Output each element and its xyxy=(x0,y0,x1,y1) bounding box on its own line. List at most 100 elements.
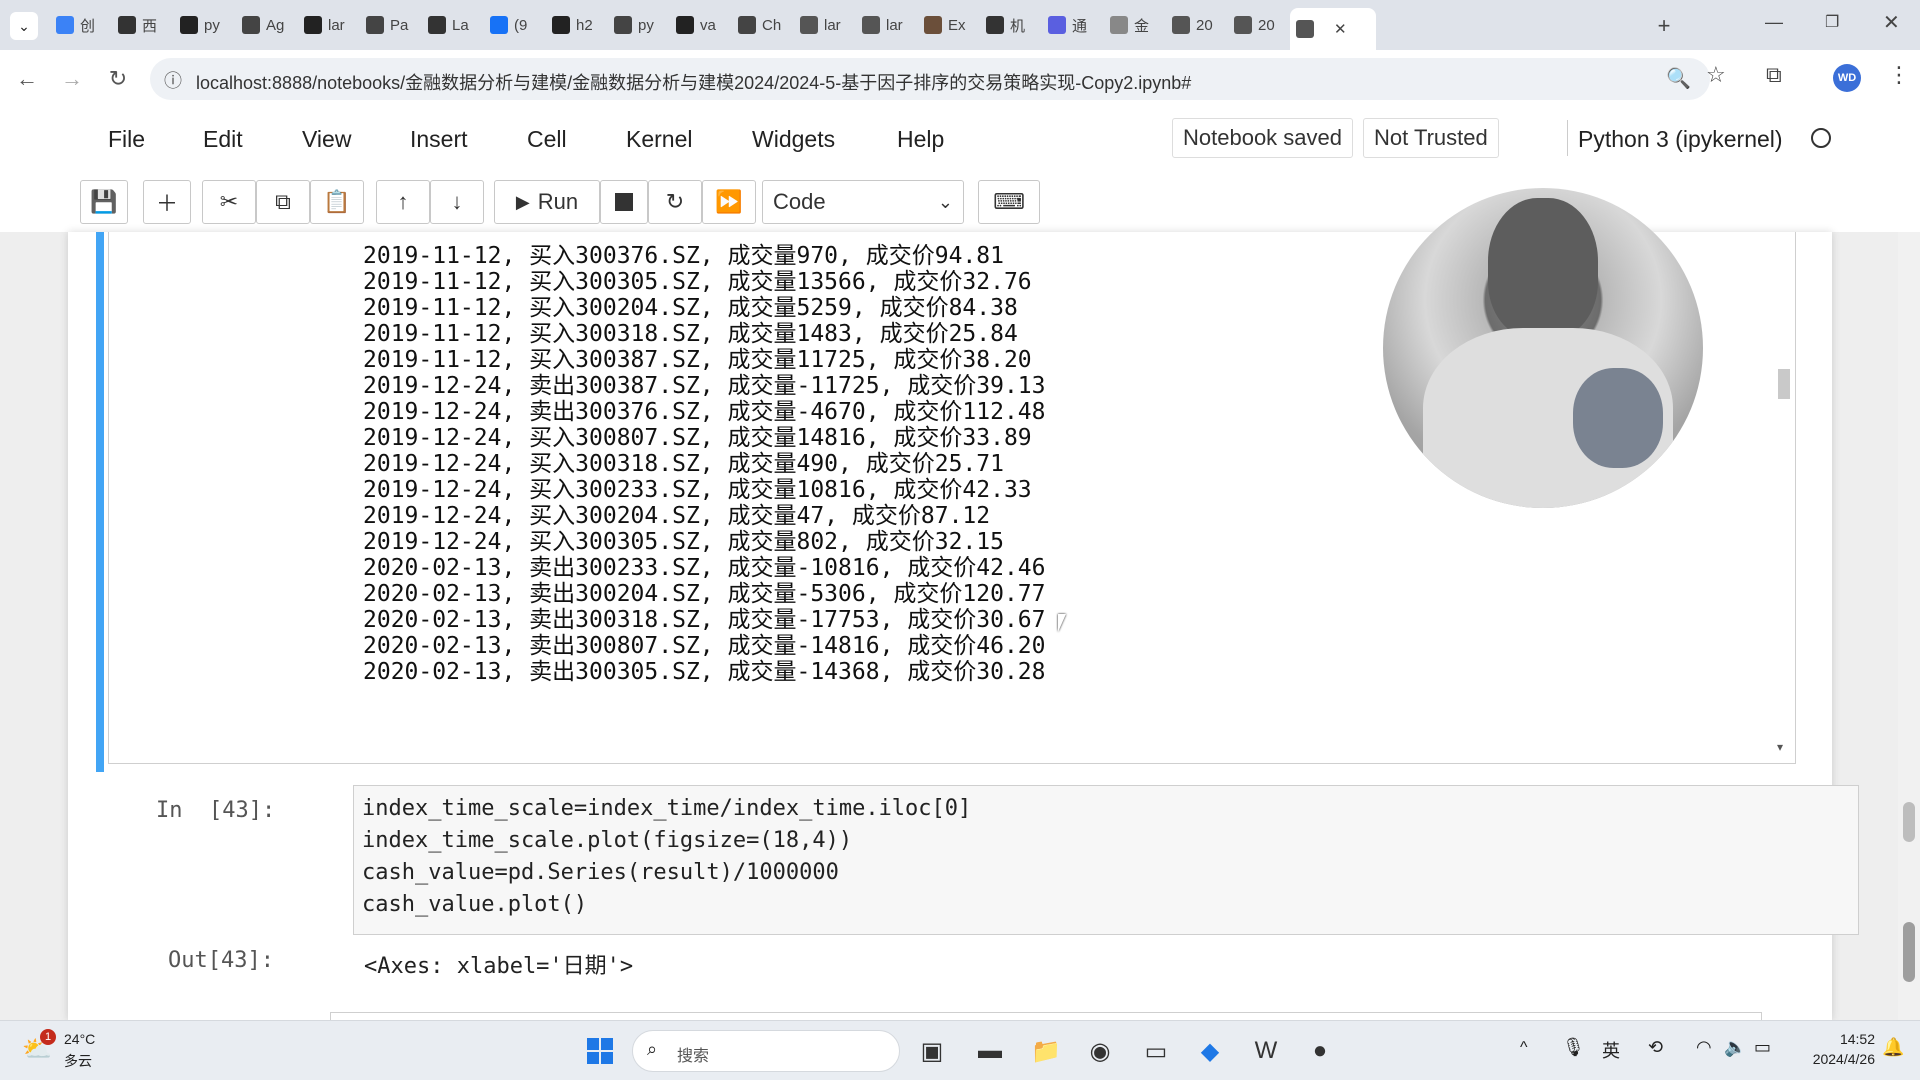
browser-tab[interactable]: Ch xyxy=(732,10,792,40)
run-button[interactable]: ▶ Run xyxy=(494,180,600,224)
ime-icon[interactable]: 英 xyxy=(1602,1037,1620,1063)
browser-tab[interactable]: va xyxy=(670,10,730,40)
clock-date: 2024/4/26 xyxy=(1812,1051,1875,1067)
browser-tab[interactable]: lar xyxy=(298,10,358,40)
browser-tab[interactable]: py xyxy=(608,10,668,40)
wps-icon[interactable]: W xyxy=(1246,1031,1286,1071)
start-button[interactable] xyxy=(580,1031,620,1071)
fast-forward-icon: ⏩ xyxy=(715,189,743,214)
browser-tab[interactable]: 创 xyxy=(50,10,110,40)
cut-button[interactable]: ✂ xyxy=(202,180,256,224)
not-trusted-button[interactable]: Not Trusted xyxy=(1363,118,1499,158)
tab-close-icon[interactable]: ✕ xyxy=(1334,20,1347,38)
menu-insert[interactable]: Insert xyxy=(410,126,468,153)
battery-icon[interactable]: ▭ xyxy=(1754,1037,1771,1058)
record-app-icon[interactable]: ● xyxy=(1300,1031,1340,1071)
browser-tab[interactable]: h2 xyxy=(546,10,606,40)
file-explorer-icon[interactable]: 📁 xyxy=(1026,1031,1066,1071)
cell-type-select[interactable]: Code ⌄ xyxy=(762,180,964,224)
paste-icon: 📋 xyxy=(323,189,351,214)
terminal-icon[interactable]: ▭ xyxy=(1136,1031,1176,1071)
microphone-icon[interactable]: 🎙 xyxy=(1562,1037,1585,1058)
extensions-icon[interactable]: ⧉ xyxy=(1766,62,1782,88)
clock[interactable]: 14:52 2024/4/26 xyxy=(1795,1029,1875,1069)
reload-button[interactable]: ↻ xyxy=(103,64,133,94)
output-scrollbar-thumb[interactable] xyxy=(1778,369,1790,399)
code-editor[interactable]: index_time_scale=index_time/index_time.i… xyxy=(353,785,1859,935)
browser-tab[interactable]: (9 xyxy=(484,10,544,40)
browser-tab[interactable]: Ex xyxy=(918,10,978,40)
minimize-button[interactable]: — xyxy=(1765,12,1783,33)
scroll-down-arrow-icon[interactable]: ▾ xyxy=(1777,740,1783,754)
move-up-button[interactable]: ↑ xyxy=(376,180,430,224)
browser-tab[interactable]: 西 xyxy=(112,10,172,40)
browser-tab[interactable]: 20 xyxy=(1228,10,1288,40)
browser-tab[interactable]: 机 xyxy=(980,10,1040,40)
tray-chevron-icon[interactable]: ^ xyxy=(1520,1039,1528,1057)
jupyter-menu-bar: File Edit View Insert Cell Kernel Widget… xyxy=(0,108,1920,170)
taskbar-search[interactable]: ⌕ 搜索 xyxy=(632,1030,900,1072)
menu-kernel[interactable]: Kernel xyxy=(626,126,692,153)
browser-tab[interactable]: py xyxy=(174,10,234,40)
kernel-name[interactable]: Python 3 (ipykernel) xyxy=(1578,126,1783,153)
menu-widgets[interactable]: Widgets xyxy=(752,126,835,153)
code-line: cash_value=pd.Series(result)/1000000 xyxy=(362,860,839,885)
task-view-icon[interactable]: ▣ xyxy=(912,1031,952,1071)
browser-tab[interactable]: 金 xyxy=(1104,10,1164,40)
browser-tab[interactable]: La xyxy=(422,10,482,40)
profile-avatar[interactable]: WD xyxy=(1833,64,1861,92)
restart-button[interactable]: ↻ xyxy=(648,180,702,224)
paste-button[interactable]: 📋 xyxy=(310,180,364,224)
page-scrollbar-thumb[interactable] xyxy=(1903,802,1915,842)
output-scrollbar[interactable]: ▾ xyxy=(1774,232,1794,762)
page-scrollbar[interactable] xyxy=(1898,232,1920,1020)
restore-button[interactable]: ❐ xyxy=(1825,12,1839,32)
save-button[interactable]: 💾 xyxy=(80,180,128,224)
chrome-icon[interactable]: ◉ xyxy=(1080,1031,1120,1071)
bookmark-star-icon[interactable]: ☆ xyxy=(1706,62,1726,88)
interrupt-button[interactable] xyxy=(600,180,648,224)
tab-label: py xyxy=(204,16,220,34)
page-scrollbar-thumb-2[interactable] xyxy=(1903,922,1915,982)
github-icon xyxy=(304,16,322,34)
command-palette-button[interactable]: ⌨ xyxy=(978,180,1040,224)
menu-cell[interactable]: Cell xyxy=(527,126,567,153)
browser-tab[interactable]: 20 xyxy=(1166,10,1226,40)
tab-label: lar xyxy=(824,16,841,34)
browser-menu-icon[interactable]: ⋮ xyxy=(1888,62,1910,88)
browser-tab[interactable]: lar xyxy=(794,10,854,40)
browser-tab[interactable]: 通 xyxy=(1042,10,1102,40)
feishu-icon[interactable]: ◆ xyxy=(1190,1031,1230,1071)
tab-search-button[interactable]: ⌄ xyxy=(10,12,38,40)
browser-tab[interactable]: Pa xyxy=(360,10,420,40)
new-tab-button[interactable]: + xyxy=(1650,12,1678,40)
volume-icon[interactable]: 🔈 xyxy=(1724,1037,1746,1058)
menu-view[interactable]: View xyxy=(302,126,351,153)
back-button[interactable]: ← xyxy=(12,64,42,94)
restart-run-all-button[interactable]: ⏩ xyxy=(702,180,756,224)
weather-widget[interactable]: ⛅ 1 24°C 多云 xyxy=(20,1029,130,1073)
tab-active[interactable]: ✕ xyxy=(1290,8,1376,50)
menu-edit[interactable]: Edit xyxy=(203,126,243,153)
address-bar[interactable]: ⓘ localhost:8888/notebooks/金融数据分析与建模/金融数… xyxy=(150,58,1710,100)
move-down-button[interactable]: ↓ xyxy=(430,180,484,224)
insert-cell-button[interactable]: ＋ xyxy=(143,180,191,224)
url-text[interactable]: localhost:8888/notebooks/金融数据分析与建模/金融数据分… xyxy=(196,69,1191,95)
wifi-icon[interactable]: ◠ xyxy=(1696,1037,1712,1058)
notification-center-icon[interactable]: 🔔 xyxy=(1882,1037,1904,1058)
site-info-icon[interactable]: ⓘ xyxy=(164,67,182,93)
stop-icon xyxy=(615,193,633,211)
sync-icon[interactable]: ⟲ xyxy=(1648,1037,1663,1058)
browser-tab[interactable]: lar xyxy=(856,10,916,40)
close-window-button[interactable]: ✕ xyxy=(1883,10,1900,35)
menu-file[interactable]: File xyxy=(108,126,145,153)
forward-button[interactable]: → xyxy=(57,64,87,94)
weather-desc: 多云 xyxy=(64,1053,92,1069)
files-app-icon[interactable]: ▬ xyxy=(970,1031,1010,1071)
copy-button[interactable]: ⧉ xyxy=(256,180,310,224)
tab-label: La xyxy=(452,16,469,34)
browser-tab[interactable]: Ag xyxy=(236,10,296,40)
menu-help[interactable]: Help xyxy=(897,126,944,153)
kernel-divider xyxy=(1567,120,1568,156)
zoom-icon[interactable]: 🔍 xyxy=(1666,66,1691,91)
